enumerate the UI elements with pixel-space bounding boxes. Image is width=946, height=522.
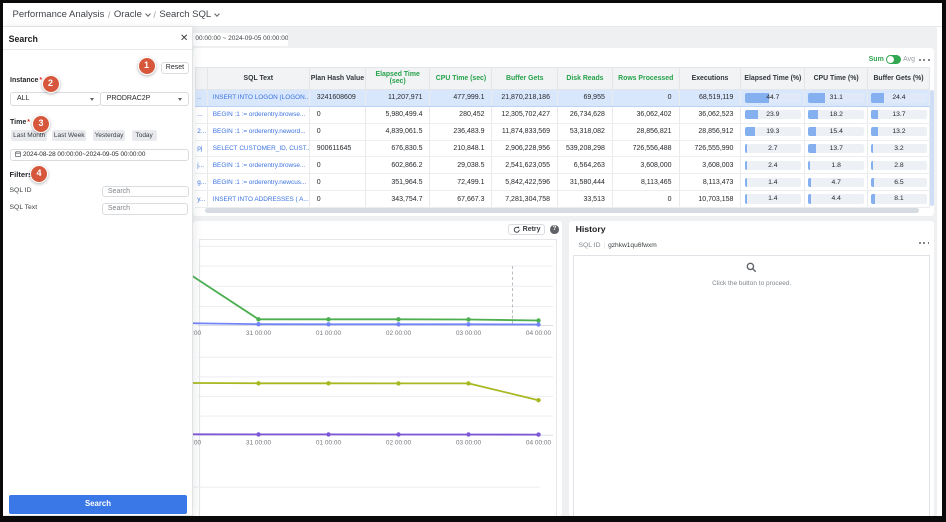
svg-text:03 00:00: 03 00:00: [455, 330, 481, 337]
svg-text:02 00:00: 02 00:00: [385, 330, 411, 337]
svg-text:03 00:00: 03 00:00: [455, 440, 481, 447]
svg-text:02 00:00: 02 00:00: [385, 440, 411, 447]
svg-text:31 00:00: 31 00:00: [245, 440, 271, 447]
svg-text:04 00:00: 04 00:00: [525, 440, 551, 447]
svg-text:31 00:00: 31 00:00: [245, 330, 271, 337]
svg-text:30 00:00: 30 00:00: [193, 440, 202, 447]
svg-text:30 00:00: 30 00:00: [193, 330, 202, 337]
svg-text:01 00:00: 01 00:00: [315, 330, 341, 337]
svg-text:01 00:00: 01 00:00: [315, 440, 341, 447]
svg-text:04 00:00: 04 00:00: [525, 330, 551, 337]
